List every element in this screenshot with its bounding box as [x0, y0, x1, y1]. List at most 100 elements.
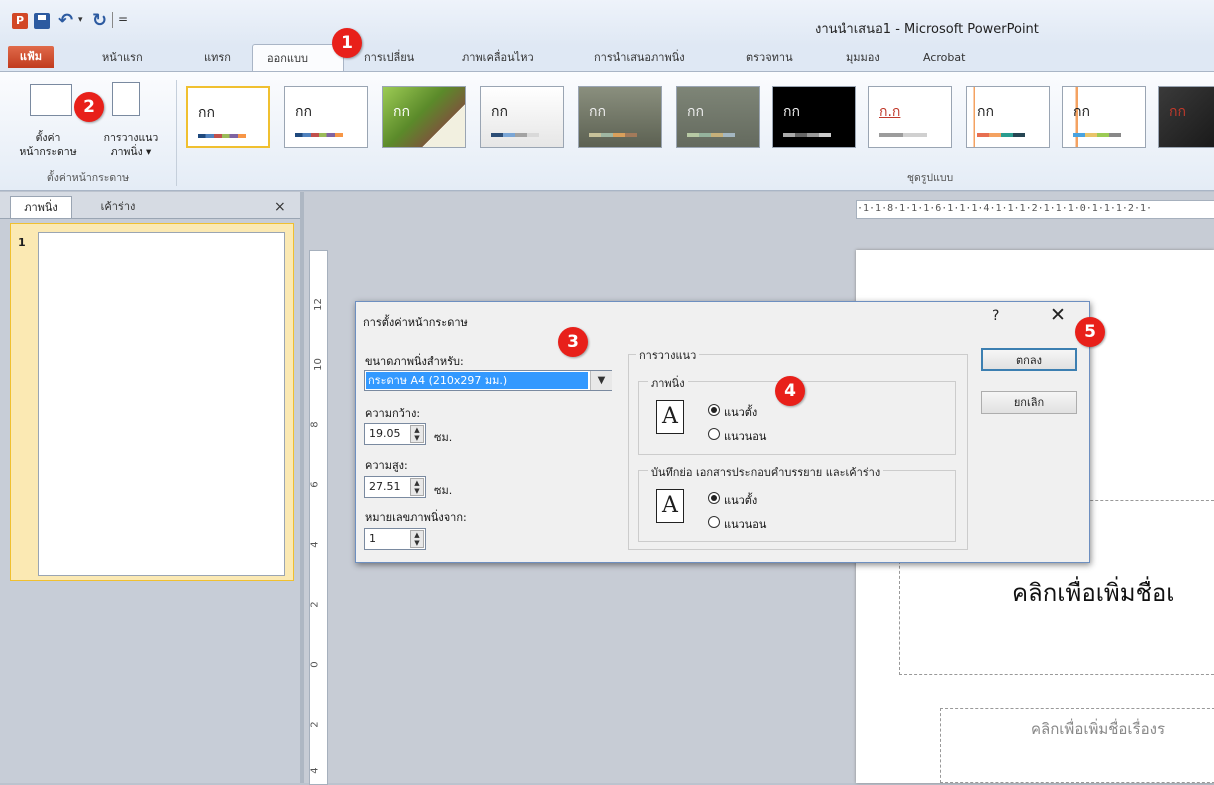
theme-11[interactable]: กก — [1158, 86, 1214, 148]
tab-animations[interactable]: ภาพเคลื่อนไหว — [454, 46, 542, 70]
callout-1: 1 — [332, 28, 362, 58]
theme-4[interactable]: กก — [480, 86, 564, 148]
callout-3: 3 — [558, 327, 588, 357]
tab-slides[interactable]: ภาพนิ่ง — [10, 196, 72, 218]
callout-4: 4 — [775, 376, 805, 406]
ruler-tick: 4 — [309, 767, 321, 774]
close-icon[interactable]: × — [274, 199, 286, 215]
page-setup-icon — [30, 84, 72, 116]
notes-portrait-radio[interactable] — [708, 492, 720, 504]
ruler-tick: 2 — [309, 721, 321, 728]
theme-color-bar — [977, 133, 1025, 137]
theme-9[interactable]: กก — [966, 86, 1050, 148]
theme-sample-text: กก — [491, 104, 508, 120]
theme-7[interactable]: กก — [772, 86, 856, 148]
tab-design-label: ออกแบบ — [267, 52, 308, 65]
theme-6[interactable]: กก — [676, 86, 760, 148]
tab-acrobat[interactable]: Acrobat — [915, 46, 973, 70]
theme-color-bar — [783, 133, 831, 137]
slides-orientation-label: ภาพนิ่ง — [648, 374, 688, 392]
dialog-close-icon[interactable]: ✕ — [1050, 304, 1066, 326]
number-slides-from-label: หมายเลขภาพนิ่งจาก: — [365, 511, 467, 524]
dialog-title: การตั้งค่าหน้ากระดาษ — [363, 316, 468, 329]
tab-slide-show[interactable]: การนำเสนอภาพนิ่ง — [586, 46, 693, 70]
chevron-down-icon[interactable]: ▼ — [590, 371, 612, 390]
spinner-arrows-icon[interactable]: ▲ ▼ — [410, 530, 424, 548]
number-slides-from-spinner[interactable]: 1 ▲ ▼ — [364, 528, 426, 550]
width-label: ความกว้าง: — [365, 407, 421, 420]
slide-orientation-icon — [112, 82, 140, 116]
theme-office[interactable]: กก — [186, 86, 270, 148]
notes-portrait-label[interactable]: แนวตั้ง — [724, 491, 757, 509]
slides-portrait-radio[interactable] — [708, 404, 720, 416]
number-from-value[interactable]: 1 — [369, 529, 376, 549]
powerpoint-app-icon[interactable]: P — [12, 13, 28, 29]
notes-landscape-radio[interactable] — [708, 516, 720, 528]
undo-dropdown-icon[interactable]: ▾ — [78, 15, 83, 25]
tab-insert[interactable]: แทรก — [196, 46, 239, 70]
cancel-button[interactable]: ยกเลิก — [981, 391, 1077, 414]
ruler-tick: 2 — [309, 601, 321, 608]
ruler-tick: 8 — [309, 421, 321, 428]
help-icon[interactable]: ? — [992, 308, 999, 324]
width-value[interactable]: 19.05 — [369, 424, 401, 444]
slides-landscape-label[interactable]: แนวนอน — [724, 427, 766, 445]
slides-landscape-radio[interactable] — [708, 428, 720, 440]
tab-file[interactable]: แฟ้ม — [8, 46, 54, 68]
ribbon-group-divider — [176, 80, 177, 186]
width-spinner[interactable]: 19.05 ▲ ▼ — [364, 423, 426, 445]
undo-icon[interactable]: ↶ — [58, 10, 73, 31]
theme-3[interactable]: กก — [382, 86, 466, 148]
theme-sample-text: ก.ก — [879, 104, 901, 120]
tab-design[interactable]: ออกแบบ — [252, 44, 344, 72]
portrait-page-icon: A — [656, 400, 684, 434]
slides-portrait-label[interactable]: แนวตั้ง — [724, 403, 757, 421]
width-unit: ซม. — [434, 431, 453, 444]
slide-size-value[interactable]: กระดาษ A4 (210x297 มม.) — [366, 372, 588, 389]
theme-10[interactable]: กก — [1062, 86, 1146, 148]
theme-sample-text: กก — [1073, 104, 1090, 120]
orientation-group-label: การวางแนว — [636, 346, 700, 364]
height-unit: ซม. — [434, 484, 453, 497]
height-spinner[interactable]: 27.51 ▲ ▼ — [364, 476, 426, 498]
theme-8[interactable]: ก.ก — [868, 86, 952, 148]
ok-button[interactable]: ตกลง — [981, 348, 1077, 371]
theme-sample-text: กก — [687, 104, 704, 120]
slide-orientation-button[interactable]: การวางแนว ภาพนิ่ง ▾ — [92, 76, 170, 166]
theme-color-bar — [1073, 133, 1121, 137]
notes-landscape-label[interactable]: แนวนอน — [724, 515, 766, 533]
customize-toolbar-icon[interactable]: = — [118, 12, 128, 26]
slide-thumbnail[interactable] — [38, 232, 285, 576]
page-setup-button[interactable]: ตั้งค่า หน้ากระดาษ — [8, 76, 88, 166]
window-title: งานนำเสนอ1 - Microsoft PowerPoint — [815, 22, 1039, 37]
theme-color-bar — [687, 133, 735, 137]
spinner-arrows-icon[interactable]: ▲ ▼ — [410, 478, 424, 496]
theme-color-bar — [198, 134, 246, 138]
tab-view[interactable]: มุมมอง — [838, 46, 888, 70]
tab-review[interactable]: ตรวจทาน — [738, 46, 801, 70]
save-icon[interactable] — [34, 13, 50, 29]
callout-5: 5 — [1075, 317, 1105, 347]
ruler-tick: 6 — [309, 481, 321, 488]
theme-color-bar — [491, 133, 539, 137]
tab-outline[interactable]: เค้าร่าง — [80, 196, 156, 218]
horizontal-ruler: ·1·1·8·1·1·1·6·1·1·1·4·1·1·1·2·1·1·1·0·1… — [856, 200, 1214, 219]
theme-sample-text: กก — [295, 104, 312, 120]
theme-5[interactable]: กก — [578, 86, 662, 148]
title-placeholder-text: คลิกเพื่อเพิ่มชื่อเ — [1012, 579, 1175, 607]
portrait-page-icon: A — [656, 489, 684, 523]
toolbar-divider — [112, 12, 113, 28]
height-value[interactable]: 27.51 — [369, 477, 401, 497]
tab-home[interactable]: หน้าแรก — [94, 46, 151, 70]
height-label: ความสูง: — [365, 459, 408, 472]
slide-number: 1 — [18, 236, 26, 249]
page-setup-label-2: หน้ากระดาษ — [19, 146, 77, 158]
theme-sample-text: กก — [589, 104, 606, 120]
spinner-arrows-icon[interactable]: ▲ ▼ — [410, 425, 424, 443]
themes-group-label: ชุดรูปแบบ — [906, 172, 954, 184]
tab-transitions[interactable]: การเปลี่ยน — [356, 46, 422, 70]
redo-icon[interactable]: ↻ — [92, 10, 107, 31]
ruler-tick: 0 — [309, 661, 321, 668]
orientation-label-1: การวางแนว — [103, 132, 159, 144]
theme-2[interactable]: กก — [284, 86, 368, 148]
